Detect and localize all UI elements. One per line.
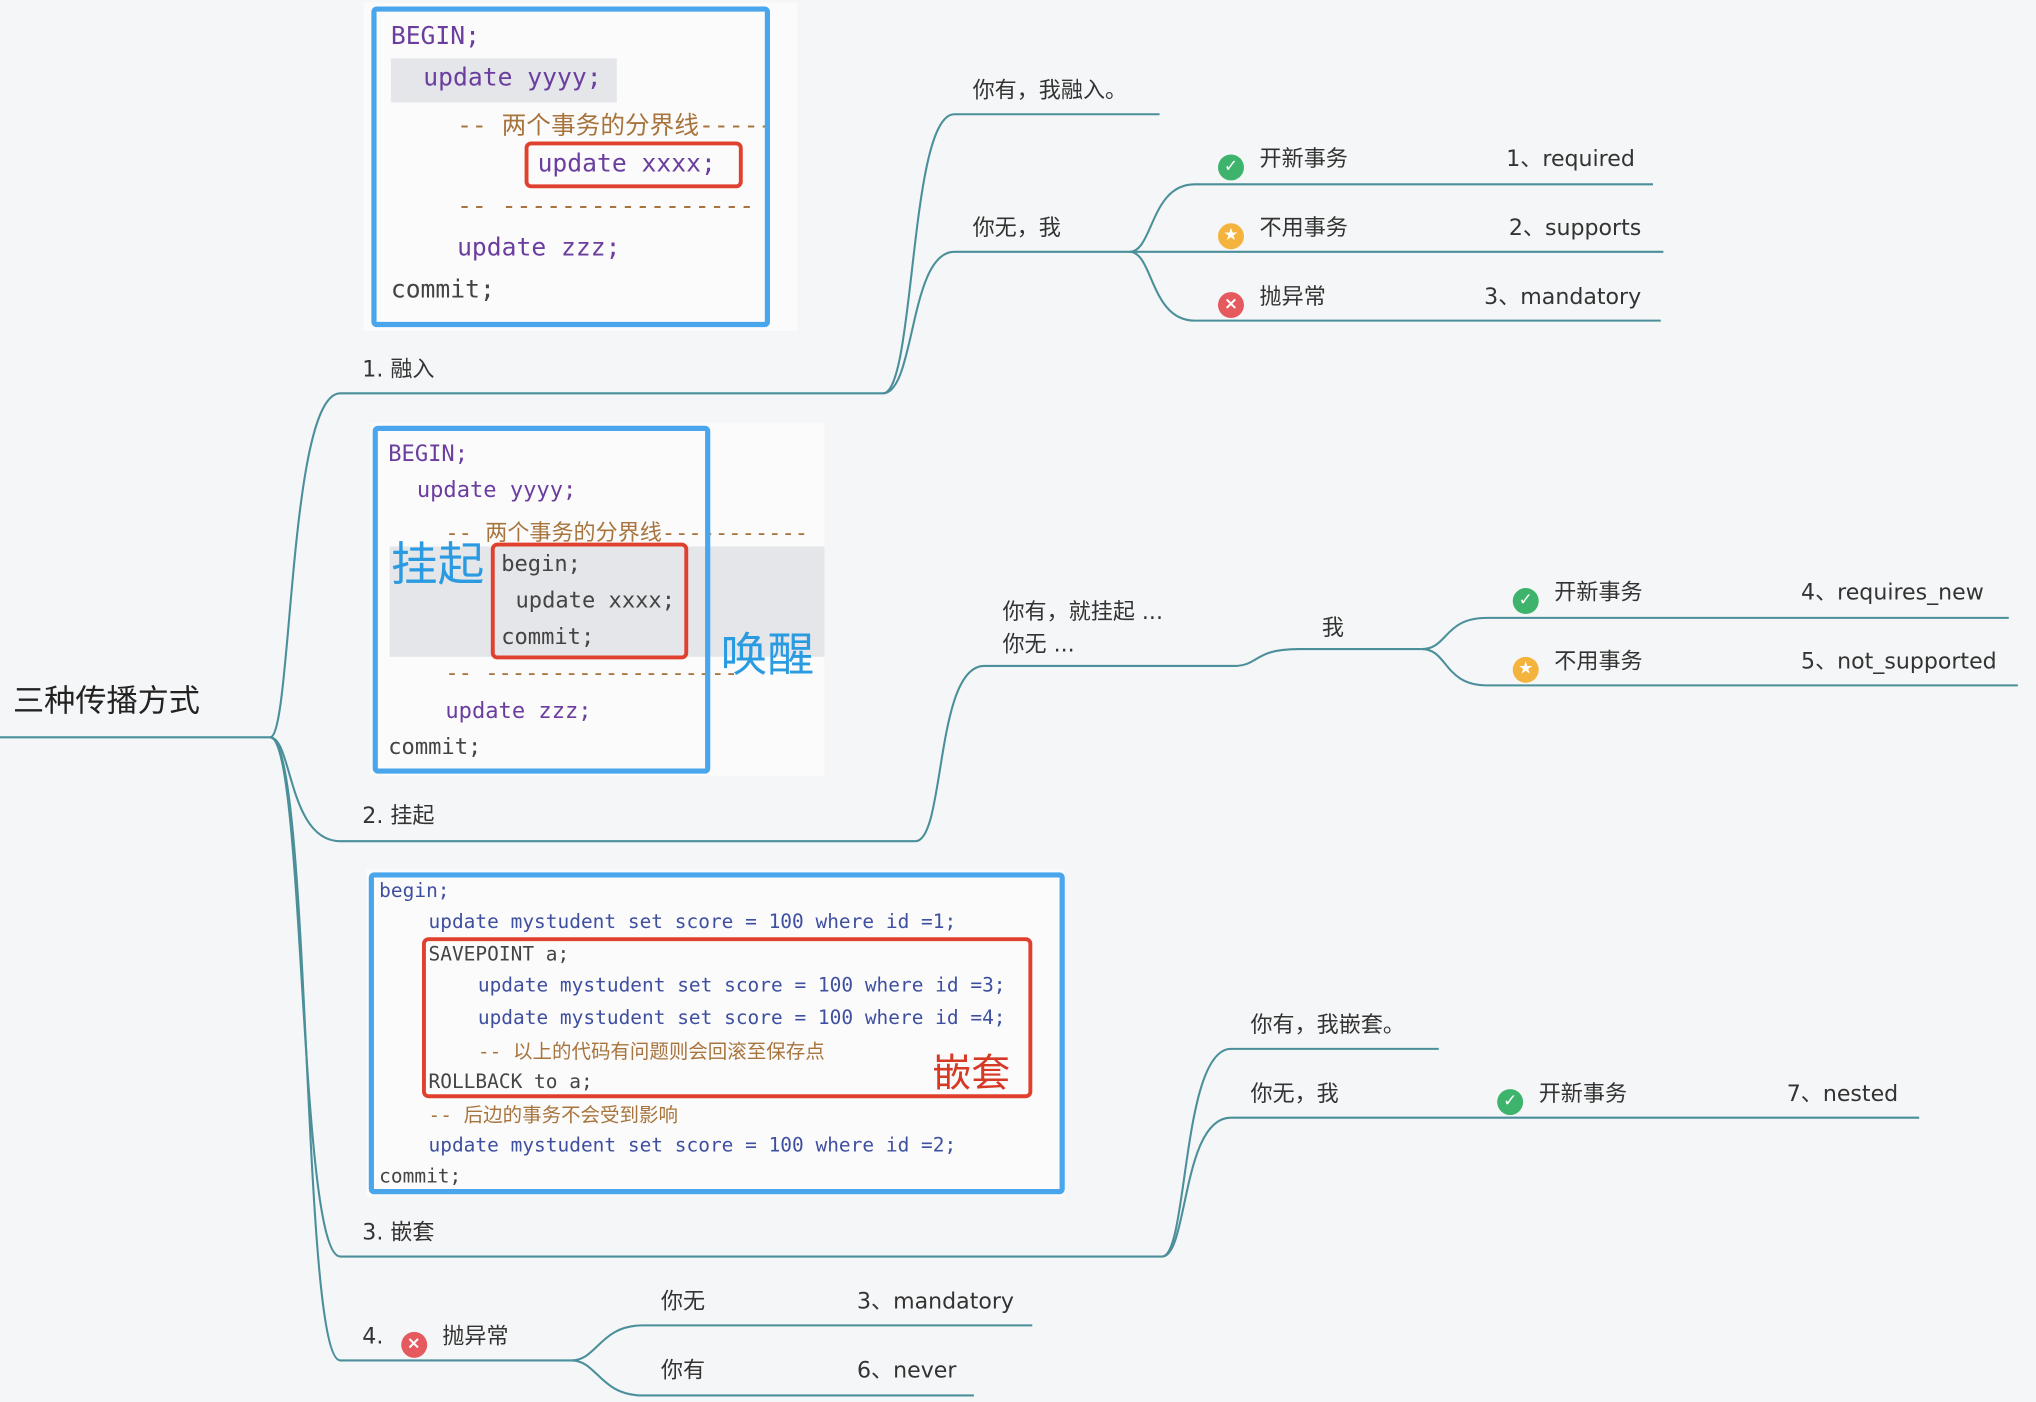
b1-you-have[interactable]: 你有，我融入。 [973, 78, 1128, 104]
inner-transaction-box [490, 542, 689, 660]
b2-me[interactable]: 我 [1322, 615, 1344, 641]
code-snippet-2: BEGIN; update yyyy; -- 两个事务的分界线---------… [370, 423, 825, 777]
code-snippet-3: begin; update mystudent set score = 100 … [366, 869, 1065, 1197]
root-topic[interactable]: 三种传播方式 [13, 675, 200, 720]
b1-you-none[interactable]: 你无，我 [973, 215, 1061, 241]
b2-item-2-code: 5、not_supported [1801, 649, 1997, 676]
cross-icon: × [1217, 292, 1244, 319]
cross-icon: × [400, 1331, 427, 1358]
b1-item-2[interactable]: ★ 不用事务 [1217, 215, 1348, 250]
star-icon: ★ [1217, 223, 1244, 250]
check-icon: ✓ [1217, 154, 1244, 181]
b1-item-3[interactable]: × 抛异常 [1217, 284, 1326, 319]
b3-you-have[interactable]: 你有，我嵌套。 [1250, 1013, 1405, 1039]
check-icon: ✓ [1497, 1089, 1524, 1116]
wake-label: 唤醒 [720, 629, 815, 683]
mindmap-canvas: 三种传播方式 1. 融入 2. 挂起 3. 嵌套 4. × 抛异常 你有，我融入。… [0, 0, 2036, 1402]
merged-update-box [524, 141, 743, 189]
b1-item-3-code: 3、mandatory [1484, 284, 1642, 311]
branch-4-number: 4. [362, 1324, 384, 1351]
b2-item-1[interactable]: ✓ 开新事务 [1512, 580, 1643, 615]
b1-item-3-label: 抛异常 [1259, 284, 1326, 311]
b1-item-2-code: 2、supports [1508, 215, 1642, 242]
code-snippet-1: BEGIN; update yyyy; -- 两个事务的分界线----- upd… [363, 2, 798, 332]
b4-none[interactable]: 你无 [661, 1289, 705, 1315]
b4-have[interactable]: 你有 [661, 1358, 705, 1384]
b4-none-code: 3、mandatory [857, 1289, 1015, 1315]
branch-1-label[interactable]: 1. 融入 [362, 357, 434, 383]
branch-2-label[interactable]: 2. 挂起 [362, 804, 434, 830]
branch-4-text: 抛异常 [442, 1324, 509, 1351]
b1-item-1-code: 1、required [1506, 146, 1635, 173]
b2-item-2-label: 不用事务 [1554, 649, 1643, 676]
b2-item-2[interactable]: ★ 不用事务 [1512, 649, 1643, 683]
suspend-label: 挂起 [390, 538, 485, 592]
b3-item[interactable]: ✓ 开新事务 [1497, 1081, 1628, 1116]
b2-item-1-code: 4、requires_new [1801, 580, 1984, 607]
nest-label: 嵌套 [932, 1051, 1011, 1097]
b2-cond-1[interactable]: 你有，就挂起 ... [1002, 600, 1163, 626]
b3-item-label: 开新事务 [1538, 1081, 1628, 1108]
b4-have-code: 6、never [857, 1357, 957, 1384]
branch-3-label[interactable]: 3. 嵌套 [362, 1220, 434, 1246]
b1-item-1[interactable]: ✓ 开新事务 [1217, 146, 1348, 181]
b1-item-2-label: 不用事务 [1259, 215, 1348, 242]
branch-4-label[interactable]: 4. × 抛异常 [362, 1324, 509, 1358]
star-icon: ★ [1512, 656, 1539, 683]
check-icon: ✓ [1512, 588, 1539, 615]
b2-item-1-label: 开新事务 [1554, 580, 1643, 607]
b2-cond-2[interactable]: 你无 ... [1002, 632, 1074, 658]
b3-item-code: 7、nested [1786, 1081, 1899, 1108]
b3-you-none[interactable]: 你无，我 [1250, 1081, 1338, 1107]
b1-item-1-label: 开新事务 [1259, 146, 1348, 173]
